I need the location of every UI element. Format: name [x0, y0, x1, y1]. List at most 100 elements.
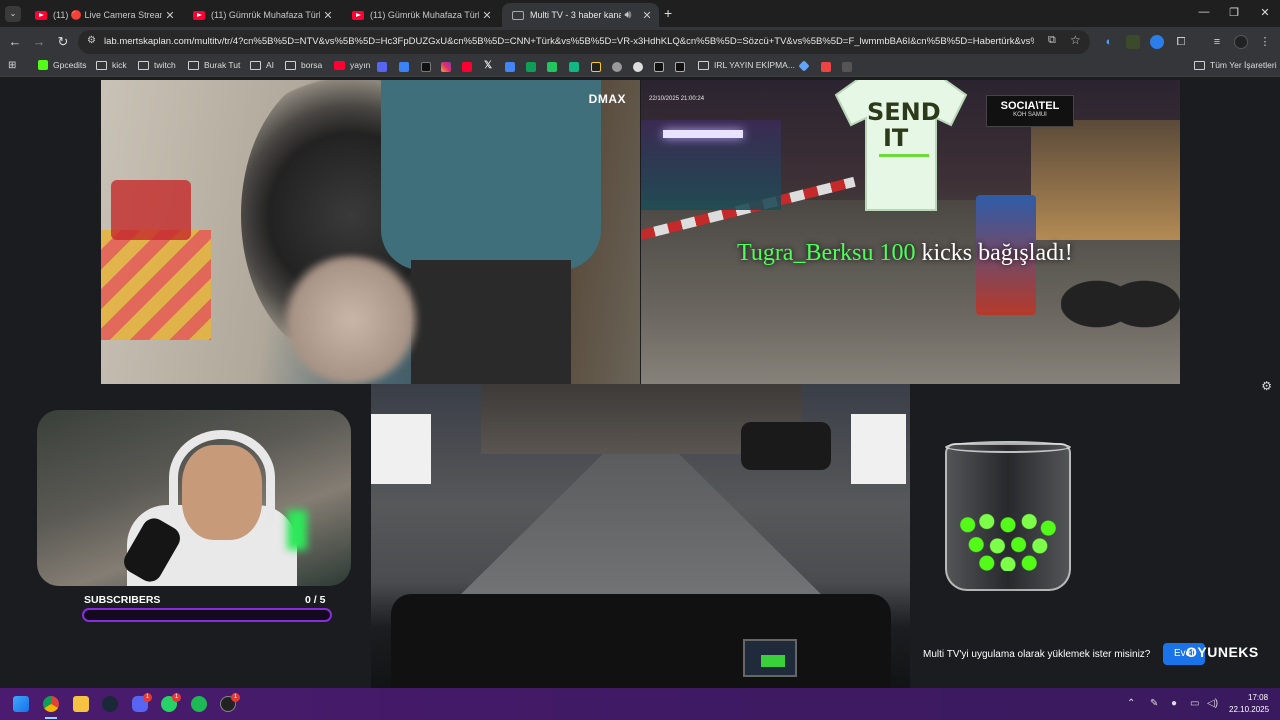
address-bar[interactable]: ⚙ lab.mertskaplan.com/multitv/tr/4?cn%5B… [78, 30, 1090, 54]
gemini-icon[interactable] [798, 60, 810, 72]
chrome-icon[interactable] [43, 696, 59, 712]
volume-icon[interactable]: ◁) [1207, 698, 1218, 709]
steam-icon[interactable] [102, 696, 118, 712]
bookmark-icon[interactable] [842, 62, 852, 72]
close-icon[interactable]: ✕ [479, 9, 495, 22]
bookmark-gpcedits[interactable]: Gpcedits [38, 60, 87, 70]
folder-icon [250, 60, 261, 70]
bookmark-icon[interactable] [377, 62, 387, 72]
settings-gear-icon[interactable]: ⚙ [1261, 379, 1272, 393]
extensions-puzzle-icon[interactable]: ⧠ [1174, 35, 1188, 49]
all-bookmarks[interactable]: Tüm Yer İşaretleri [1194, 60, 1277, 70]
bookmark-burak-tut[interactable]: Burak Tut [188, 60, 240, 70]
video-panel-3[interactable] [371, 384, 910, 688]
neon-sign [663, 130, 743, 138]
youtube-icon [35, 10, 47, 20]
bookmark-icon[interactable] [547, 62, 557, 72]
tab-groups-icon[interactable]: ≡ [1210, 35, 1224, 49]
close-window-button[interactable]: ✕ [1253, 6, 1277, 19]
monitor-icon[interactable]: ▭ [1190, 698, 1199, 709]
whatsapp-badge: 1 [172, 693, 181, 702]
tab-gumruk-1[interactable]: (11) Gümrük Muhafaza Türkiye ✕ [183, 3, 340, 27]
bookmark-label: Burak Tut [204, 60, 241, 70]
folder-icon [285, 60, 296, 70]
all-bookmarks-label: Tüm Yer İşaretleri [1210, 60, 1277, 70]
restore-button[interactable]: ❐ [1222, 6, 1246, 19]
clock-date[interactable]: 22.10.2025 [1229, 705, 1269, 714]
docs-icon[interactable] [505, 62, 515, 72]
pen-icon[interactable]: ✎ [1150, 698, 1158, 709]
forward-button[interactable]: → [30, 34, 48, 49]
sheets-icon[interactable] [526, 62, 536, 72]
video-panel-2[interactable]: SOCIA\TEL KOH SAMUI 22/10/2025 21:00:24 … [641, 80, 1180, 384]
menu-icon[interactable]: ⋮ [1258, 35, 1272, 49]
speaker-icon[interactable]: 🔊︎ [621, 9, 635, 22]
windows-taskbar: 1 1 1 ⌃ ✎ ● ▭ ◁) 17:08 22.10.2025 [0, 688, 1280, 720]
windows-start-icon[interactable] [13, 696, 29, 712]
minimize-button[interactable]: — [1192, 6, 1216, 18]
extension-icon[interactable] [1126, 35, 1140, 49]
youtube-icon [193, 10, 205, 20]
tram-window-left [371, 414, 431, 484]
tram-mirror [741, 422, 831, 470]
extension-icon[interactable]: ◐ [1102, 35, 1116, 49]
file-explorer-icon[interactable] [73, 696, 89, 712]
bookmark-icon[interactable] [675, 62, 685, 72]
tab-title: (11) 🔴 Live Camera Stream | B [53, 9, 162, 20]
bookmark-star-icon[interactable]: ☆ [1070, 33, 1081, 47]
bookmark-icon[interactable] [821, 62, 831, 72]
close-icon[interactable]: ✕ [320, 9, 336, 22]
man-shirt [381, 80, 601, 270]
spotify-icon[interactable] [191, 696, 207, 712]
brand-logo: OYUNEKS [1186, 644, 1259, 660]
install-app-icon[interactable]: ⧉ [1048, 34, 1056, 47]
bookmark-label: IRL YAYIN EKİPMA... [714, 60, 795, 70]
bookmark-twitch[interactable]: twitch [138, 60, 176, 70]
blurred-head [276, 255, 426, 384]
microphone-icon[interactable]: ● [1171, 698, 1177, 709]
bookmark-irl-yayin[interactable]: IRL YAYIN EKİPMA... [698, 60, 795, 70]
bookmark-label: borsa [301, 60, 323, 70]
green-light [287, 510, 307, 550]
tab-title: (11) Gümrük Muhafaza Türkiye [370, 10, 479, 20]
site-info-icon[interactable]: ⚙ [87, 35, 96, 46]
send-it-shirt: SEND IT [831, 80, 971, 220]
chevron-up-icon[interactable]: ⌃ [1127, 698, 1135, 709]
tab-live-camera[interactable]: (11) 🔴 Live Camera Stream | B ✕ [25, 3, 182, 27]
bookmark-icon[interactable] [462, 62, 472, 72]
bookmark-icon[interactable] [569, 62, 579, 72]
bookmark-yayin[interactable]: yayın [334, 60, 370, 70]
back-button[interactable]: ← [6, 34, 24, 49]
bookmark-icon[interactable] [399, 62, 409, 72]
instagram-icon[interactable] [441, 62, 451, 72]
bookmark-icon[interactable] [654, 62, 664, 72]
tram-track-street [451, 454, 831, 604]
bookmark-borsa[interactable]: borsa [285, 60, 322, 70]
close-icon[interactable]: ✕ [162, 9, 178, 22]
new-tab-button[interactable]: + [664, 5, 672, 21]
tab-multi-tv[interactable]: Multi TV - 3 haber kanalını 🔊︎ ✕ [502, 3, 659, 27]
dmax-logo: DMAX [588, 92, 626, 106]
shop-front [1031, 120, 1180, 240]
bookmark-icon[interactable] [633, 62, 643, 72]
clock-time[interactable]: 17:08 [1248, 693, 1268, 702]
reload-button[interactable]: ↻ [54, 34, 72, 50]
apps-icon[interactable]: ⊞ [8, 60, 16, 71]
tab-search-button[interactable]: ⌄ [5, 6, 21, 22]
browser-toolbar: ← → ↻ ⚙ lab.mertskaplan.com/multitv/tr/4… [0, 27, 1280, 57]
extension-icon[interactable] [1150, 35, 1164, 49]
folder-icon [96, 60, 107, 70]
video-panel-1[interactable]: DMAX [101, 80, 640, 384]
bookmark-icon[interactable] [612, 62, 622, 72]
bookmark-kick[interactable]: kick [96, 60, 127, 70]
avatar[interactable] [1234, 35, 1248, 49]
bookmark-ai[interactable]: AI [250, 60, 274, 70]
bookmark-label: yayın [350, 60, 371, 70]
close-icon[interactable]: ✕ [639, 9, 655, 22]
bookmark-icon[interactable] [421, 62, 431, 72]
bookmark-icon[interactable] [591, 62, 601, 72]
cam-timestamp: 22/10/2025 21:00:24 [649, 96, 705, 102]
tab-gumruk-2[interactable]: (11) Gümrük Muhafaza Türkiye ✕ [342, 3, 499, 27]
subscribers-goal: / 5 [313, 594, 326, 606]
x-icon[interactable]: 𝕏 [484, 60, 492, 71]
